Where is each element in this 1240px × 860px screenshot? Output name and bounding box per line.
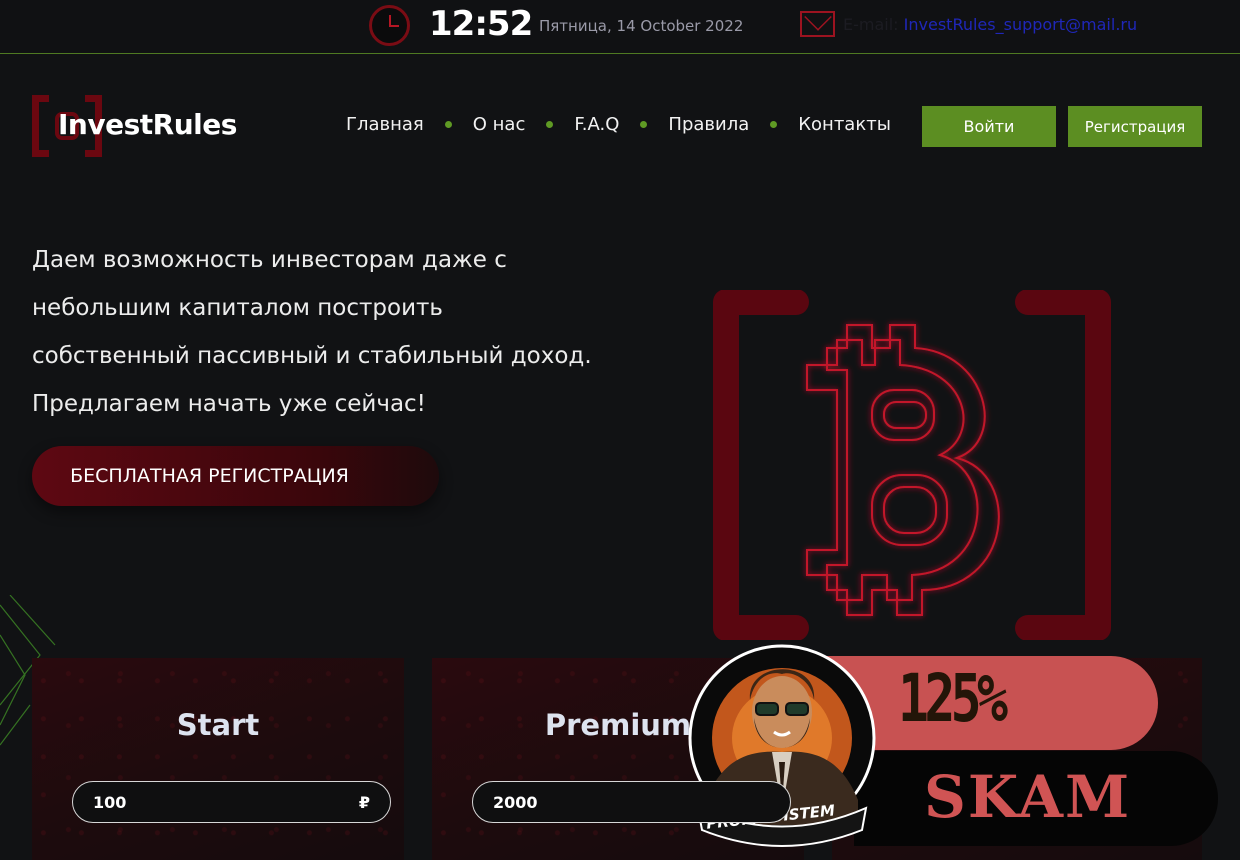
amount-input[interactable]: 2000: [472, 781, 791, 823]
hero-line: Предлагаем начать уже сейчас!: [32, 391, 426, 417]
nav-item-home[interactable]: Главная: [346, 114, 424, 135]
login-button[interactable]: Войти: [922, 106, 1056, 147]
email-contact: E-mail: InvestRules_support@mail.ru: [843, 15, 1137, 34]
plan-card-start: Start 100 ₽: [32, 658, 404, 860]
ruble-icon: ₽: [358, 792, 370, 812]
nav-separator-dot: [770, 121, 778, 128]
top-bar: 12:52 Пятница, 14 October 2022 E-mail: I…: [0, 0, 1240, 54]
nav-separator-dot: [640, 121, 648, 128]
amount-value: 100: [93, 792, 127, 812]
current-date: Пятница, 14 October 2022: [539, 17, 744, 35]
hero-text: Даем возможность инвесторам даже с небол…: [32, 236, 652, 428]
free-registration-button[interactable]: БЕСПЛАТНАЯ РЕГИСТРАЦИЯ: [32, 446, 439, 506]
bitcoin-emblem-icon: [713, 290, 1111, 640]
plan-title: Start: [176, 708, 260, 742]
mail-icon: [800, 11, 835, 37]
logo-text[interactable]: InvestRules: [58, 108, 237, 141]
register-button[interactable]: Регистрация: [1068, 106, 1202, 147]
nav-separator-dot: [546, 121, 554, 128]
hero-line: собственный пассивный и стабильный доход…: [32, 343, 592, 369]
clock-icon: [369, 5, 410, 46]
nav-item-faq[interactable]: F.A.Q: [574, 114, 619, 135]
hero-line: Даем возможность инвесторам даже с: [32, 247, 507, 273]
amount-value: 2000: [493, 792, 538, 812]
current-time: 12:52: [429, 4, 533, 44]
hero-line: небольшим капиталом построить: [32, 295, 443, 321]
email-link[interactable]: InvestRules_support@mail.ru: [904, 15, 1137, 34]
nav-separator-dot: [444, 121, 452, 128]
main-nav: Главная О нас F.A.Q Правила Контакты: [346, 114, 891, 135]
email-label: E-mail:: [843, 15, 899, 34]
nav-item-rules[interactable]: Правила: [668, 114, 749, 135]
nav-item-about[interactable]: О нас: [473, 114, 526, 135]
percent-text: 125%: [898, 660, 1008, 737]
nav-item-contacts[interactable]: Контакты: [798, 114, 891, 135]
skam-text: SKAM: [924, 763, 1132, 831]
plan-title: Premium: [544, 708, 692, 742]
amount-input[interactable]: 100 ₽: [72, 781, 391, 823]
